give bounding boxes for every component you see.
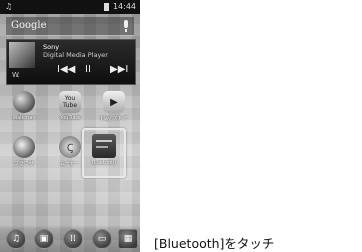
pause-button[interactable]: II bbox=[85, 64, 91, 75]
album-name: Digital Media Player bbox=[43, 51, 108, 59]
instruction-caption: [Bluetooth]をタッチ bbox=[154, 236, 275, 251]
app-label: YouTube bbox=[59, 115, 81, 121]
google-search-widget[interactable]: Google bbox=[6, 17, 134, 36]
artist-name: Sony bbox=[43, 43, 60, 51]
clock: 14:44 bbox=[112, 2, 136, 11]
dock: ♫ ▣ ⁞⁞ ▭ ▦ bbox=[0, 226, 140, 252]
app-label: ブラウザ bbox=[13, 161, 34, 167]
next-button[interactable]: ▶▶I bbox=[110, 64, 128, 75]
app-play-store[interactable]: ▶ Play ストア bbox=[94, 91, 134, 122]
app-bluetooth[interactable]: Bluetooth bbox=[82, 128, 126, 178]
app-label: Bluetooth bbox=[91, 160, 117, 166]
music-note-icon: ♫ bbox=[5, 2, 13, 11]
bluetooth-app-icon bbox=[92, 134, 116, 158]
previous-button[interactable]: I◀◀ bbox=[57, 64, 75, 75]
app-youtube[interactable]: You Tube YouTube bbox=[50, 91, 90, 121]
youtube-icon: You Tube bbox=[59, 91, 81, 113]
status-bar: ♫ 14:44 bbox=[0, 0, 140, 14]
browser-icon bbox=[13, 136, 35, 158]
album-art bbox=[9, 42, 35, 68]
app-walkman[interactable]: Walkman bbox=[4, 91, 44, 121]
film-icon[interactable]: ▣ bbox=[34, 229, 54, 249]
google-label: Google bbox=[11, 20, 47, 31]
movie-icon: Ꞔ bbox=[59, 136, 81, 158]
settings-icon[interactable]: ▦ bbox=[118, 229, 138, 249]
phone-screen: ♫ 14:44 Google W. Sony Digital Media Pla… bbox=[0, 0, 140, 252]
app-label: Walkman bbox=[12, 115, 36, 121]
microphone-icon[interactable] bbox=[124, 20, 128, 32]
apps-grid-icon[interactable]: ⁞⁞ bbox=[63, 229, 83, 249]
battery-icon bbox=[104, 3, 109, 11]
walkman-icon bbox=[13, 91, 35, 113]
music-player-widget[interactable]: W. Sony Digital Media Player I◀◀ II ▶▶I bbox=[6, 39, 136, 85]
app-browser[interactable]: ブラウザ bbox=[4, 136, 44, 167]
gallery-icon[interactable]: ▭ bbox=[92, 229, 112, 249]
music-icon[interactable]: ♫ bbox=[6, 229, 26, 249]
walkman-logo: W. bbox=[12, 71, 19, 79]
app-label: Play ストア bbox=[100, 116, 128, 122]
play-store-icon: ▶ bbox=[103, 91, 125, 113]
